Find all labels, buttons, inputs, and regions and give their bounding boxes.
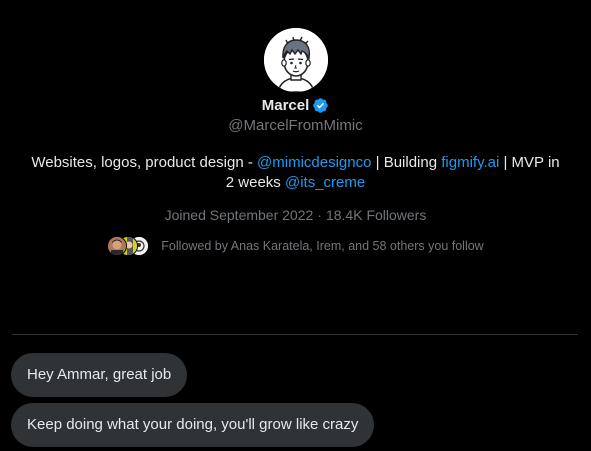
bio-mention-link[interactable]: @its_creme	[285, 174, 365, 191]
profile-name[interactable]: Marcel	[262, 97, 310, 114]
follower-avatars	[107, 236, 150, 256]
verified-badge-icon[interactable]	[312, 97, 329, 114]
message-bubble[interactable]: Hey Ammar, great job	[11, 353, 188, 397]
bio-text: Websites, logos, product design -	[31, 154, 258, 171]
profile-meta: Joined September 2022 · 18.4K Followers	[165, 205, 427, 225]
followers-count[interactable]: 18.4K Followers	[326, 207, 426, 223]
bio-website-link[interactable]: figmify.ai	[441, 154, 499, 171]
profile-header: Marcel @MarcelFromMimic Websites, logos,…	[0, 0, 591, 259]
profile-avatar[interactable]	[263, 28, 328, 92]
meta-separator: ·	[317, 207, 322, 223]
section-divider	[12, 334, 578, 335]
bio-mention-link[interactable]: @mimicdesignco	[257, 154, 371, 171]
profile-bio: Websites, logos, product design - @mimic…	[26, 153, 566, 193]
bio-text: | Building	[371, 154, 442, 171]
message-bubble[interactable]: Keep doing what your doing, you'll grow …	[11, 403, 375, 447]
name-row: Marcel	[262, 95, 330, 115]
avatar-illustration	[263, 28, 328, 92]
profile-handle: @MarcelFromMimic	[228, 117, 363, 134]
followed-by-row[interactable]: Followed by Anas Karatela, Irem, and 58 …	[107, 233, 484, 259]
followed-by-text: Followed by Anas Karatela, Irem, and 58 …	[161, 239, 484, 253]
joined-date: Joined September 2022	[164, 207, 314, 223]
